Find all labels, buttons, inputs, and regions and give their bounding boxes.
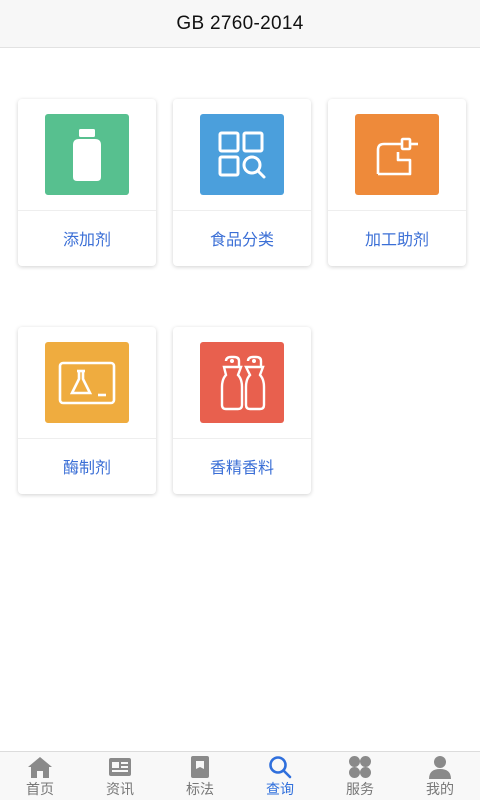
category-label: 添加剂 [62, 230, 111, 249]
user-icon [427, 754, 453, 780]
tab-label: 首页 [26, 782, 54, 798]
search-icon [267, 754, 293, 780]
category-label: 酶制剂 [62, 458, 111, 477]
page-title: GB 2760-2014 [176, 12, 304, 34]
tab-label: 我的 [426, 782, 454, 798]
nav-header: GB 2760-2014 [0, 0, 480, 48]
category-card-processing-aids[interactable]: 加工助剂 [328, 99, 466, 266]
shakers-icon [200, 342, 284, 423]
tab-label: 标法 [186, 782, 214, 798]
tab-label: 服务 [346, 782, 374, 798]
home-icon [27, 754, 53, 780]
category-label: 食品分类 [209, 230, 274, 249]
tab-news[interactable]: 资讯 [80, 752, 160, 800]
clover-icon [347, 754, 373, 780]
bottle-icon [45, 114, 129, 195]
tab-services[interactable]: 服务 [320, 752, 400, 800]
category-card-enzymes[interactable]: 酶制剂 [18, 327, 156, 494]
tab-query[interactable]: 查询 [240, 752, 320, 800]
tab-standards[interactable]: 标法 [160, 752, 240, 800]
category-card-additives[interactable]: 添加剂 [18, 99, 156, 266]
category-label: 加工助剂 [364, 230, 429, 249]
tab-home[interactable]: 首页 [0, 752, 80, 800]
bottom-tab-bar: 首页 资讯 标法 查询 服务 我的 [0, 751, 480, 800]
category-label: 香精香料 [209, 458, 274, 477]
tab-profile[interactable]: 我的 [400, 752, 480, 800]
category-card-food-classification[interactable]: 食品分类 [173, 99, 311, 266]
tab-label: 查询 [266, 782, 294, 798]
tab-label: 资讯 [106, 782, 134, 798]
grid-search-icon [200, 114, 284, 195]
book-icon [187, 754, 213, 780]
flask-screen-icon [45, 342, 129, 423]
category-card-flavors[interactable]: 香精香料 [173, 327, 311, 494]
pipe-icon [355, 114, 439, 195]
news-icon [107, 754, 133, 780]
